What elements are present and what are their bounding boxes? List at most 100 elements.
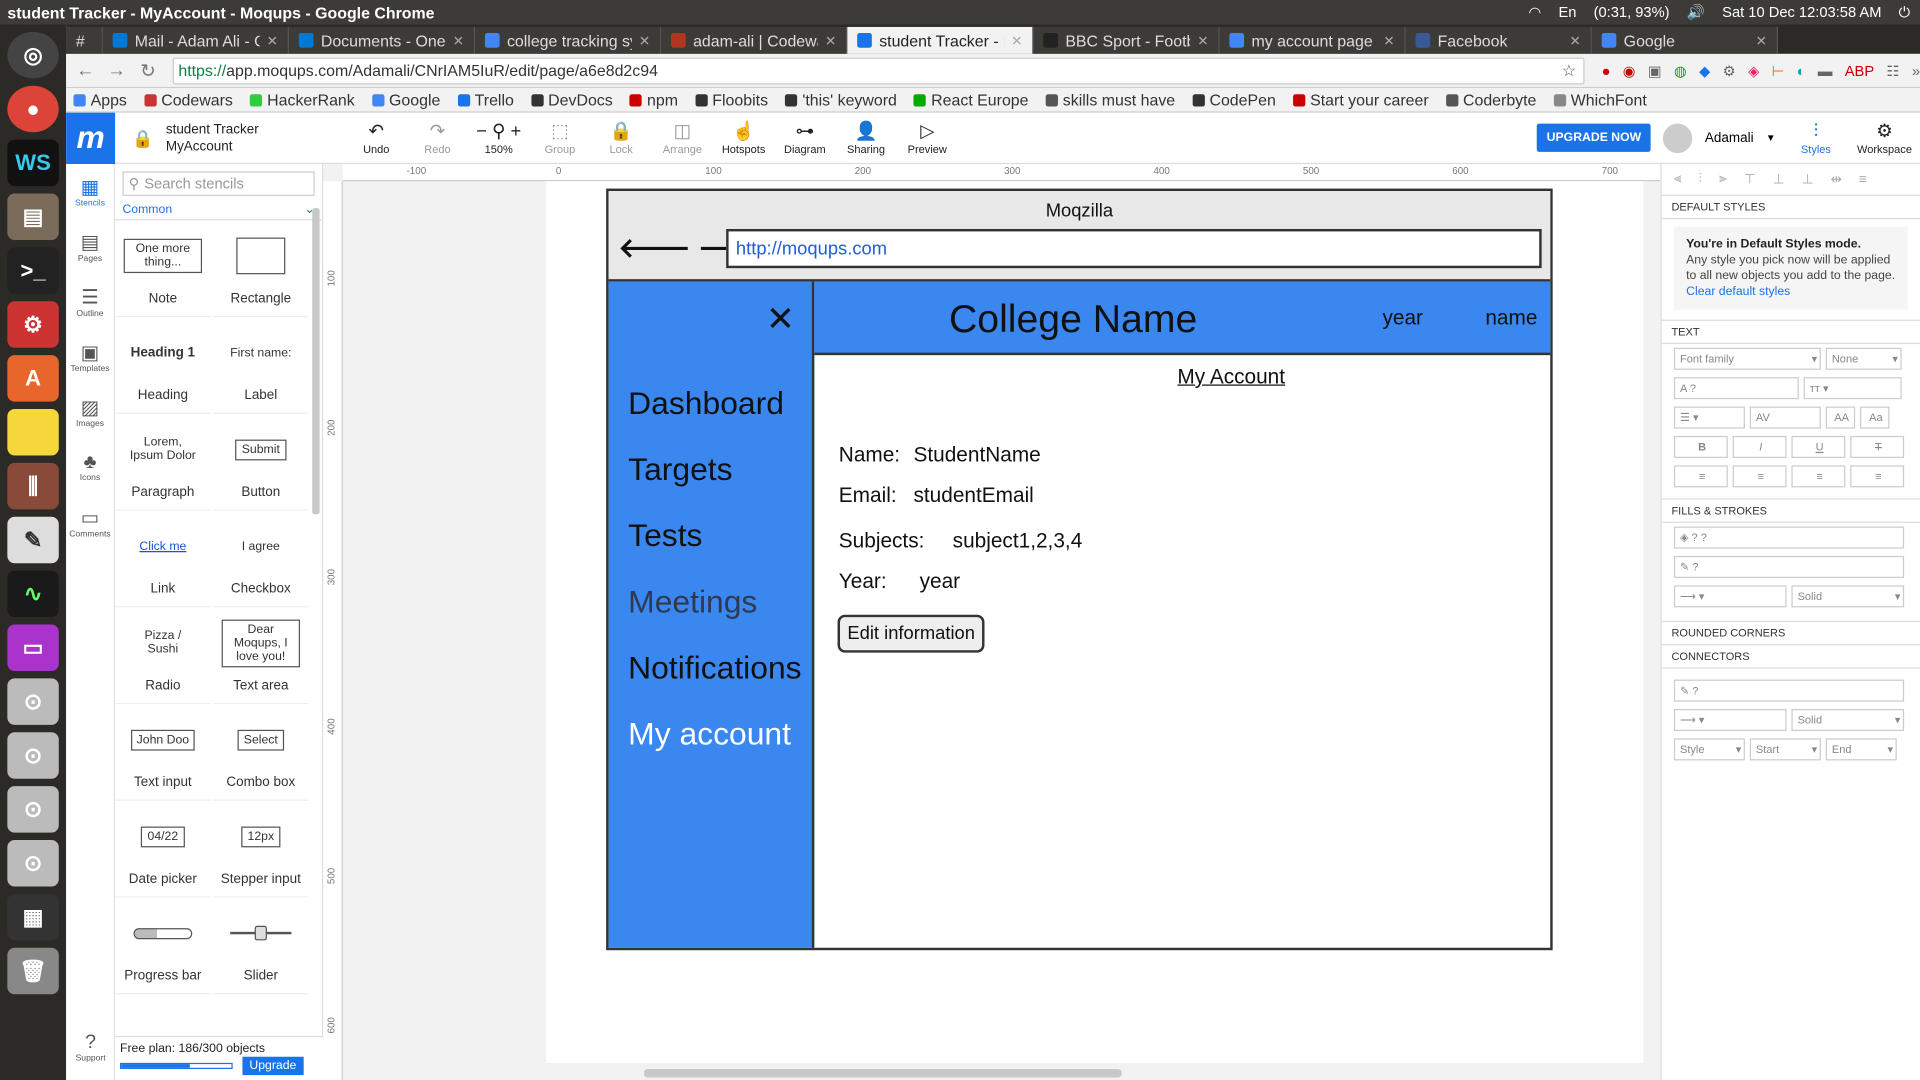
mockup-browser[interactable]: Moqzilla 🡐 🡒 ⟳ http://moqups.com ✕ Dashb… — [606, 188, 1553, 951]
tool-150-[interactable]: − ⚲ +150% — [469, 121, 528, 155]
connector-color-picker[interactable]: ✎ ? — [1673, 679, 1905, 702]
bookmark-item[interactable]: Codewars — [144, 91, 233, 109]
trash-icon[interactable]: 🗑 — [7, 947, 59, 995]
stencil-text-input[interactable]: John Doo Text input — [115, 704, 211, 801]
browser-tab[interactable]: Google ✕ — [1591, 26, 1778, 54]
close-tab-icon[interactable]: ✕ — [453, 32, 464, 49]
extension-icon[interactable]: ◉ — [1623, 62, 1636, 79]
bookmark-item[interactable]: HackerRank — [250, 91, 355, 109]
connector-end-select[interactable]: End ▾ — [1825, 738, 1897, 761]
tool-redo[interactable]: ↷ Redo — [408, 121, 467, 155]
text-editor-icon[interactable]: ✎ — [7, 516, 59, 564]
workspace-tab[interactable]: ⚙ Workspace — [1856, 121, 1912, 155]
bookmark-item[interactable]: CodePen — [1192, 91, 1276, 109]
close-tab-icon[interactable]: ✕ — [1011, 32, 1022, 49]
tool-preview[interactable]: ▷ Preview — [898, 121, 957, 155]
tool-diagram[interactable]: ⊶ Diagram — [775, 121, 834, 155]
stencil-combo-box[interactable]: Select Combo box — [213, 704, 309, 801]
back-icon[interactable]: ← — [73, 60, 97, 81]
terminal-icon[interactable]: >_ — [7, 247, 59, 294]
drive-icon[interactable]: ⊙ — [7, 840, 59, 887]
mockup-menu-item[interactable]: Notifications — [628, 634, 801, 700]
stroke-color-picker[interactable]: ✎ ? — [1673, 555, 1905, 578]
chrome-icon[interactable]: ● — [7, 85, 59, 133]
stencil-date-picker[interactable]: 04/22 Date picker — [115, 801, 211, 898]
volume-icon[interactable]: 🔊 — [1687, 4, 1705, 21]
tool-hotspots[interactable]: ☝ Hotspots — [714, 121, 773, 155]
user-menu[interactable]: Adamali — [1705, 130, 1754, 145]
mockup-menu-item[interactable]: Targets — [628, 436, 801, 502]
bookmark-item[interactable]: Trello — [457, 91, 514, 109]
canvas[interactable]: -100 0 100 200 300 400 500 600 700 100 200 300 400 5… — [323, 164, 1661, 1080]
letter-spacing-input[interactable]: AV — [1749, 406, 1821, 429]
tool-undo[interactable]: ↶ Undo — [347, 121, 406, 155]
edit-information-button[interactable]: Edit information — [837, 614, 985, 653]
upgrade-now-button[interactable]: UPGRADE NOW — [1536, 123, 1652, 152]
close-tab-icon[interactable]: ✕ — [1570, 32, 1581, 49]
stencil-label[interactable]: First name: Label — [213, 317, 309, 414]
distribute-v-icon[interactable]: ≡ — [1859, 172, 1867, 187]
stencil-rectangle[interactable]: Rectangle — [213, 220, 309, 318]
mockup-url-field[interactable]: http://moqups.com — [726, 228, 1542, 269]
drive-icon[interactable]: ⊙ — [7, 786, 59, 833]
underline-button[interactable]: U — [1791, 435, 1846, 458]
text-align-left-button[interactable]: ≡ — [1673, 465, 1728, 488]
bookmark-item[interactable]: React Europe — [914, 91, 1029, 109]
extension-icon[interactable]: ◐ — [1797, 62, 1806, 79]
rail-pages[interactable]: ▤ Pages — [66, 219, 114, 274]
stencil-paragraph[interactable]: Lorem, Ipsum Dolor Paragraph — [115, 414, 211, 511]
tool-arrange[interactable]: ◫ Arrange — [653, 121, 712, 155]
back-arrow-icon[interactable]: 🡐 — [618, 233, 690, 265]
bookmark-item[interactable]: skills must have — [1045, 91, 1175, 109]
stencil-stepper-input[interactable]: 12px Stepper input — [213, 801, 309, 898]
browser-tab[interactable]: Facebook ✕ — [1405, 26, 1592, 54]
stencil-text-area[interactable]: Dear Moqups, I love you! Text area — [213, 607, 309, 705]
browser-tab[interactable]: college tracking sy ✕ — [475, 26, 662, 54]
avatar[interactable] — [1663, 123, 1693, 153]
extension-icon[interactable]: ☷ — [1886, 62, 1899, 79]
forward-icon[interactable]: → — [105, 60, 129, 81]
browser-tab[interactable]: # — [66, 26, 103, 54]
header-year[interactable]: year — [1382, 306, 1423, 330]
extension-icon[interactable]: ● — [1602, 62, 1611, 79]
italic-button[interactable]: I — [1732, 435, 1787, 458]
font-weight-select[interactable]: None ▾ — [1825, 347, 1902, 370]
align-top-icon[interactable]: ⊤ — [1744, 171, 1756, 188]
mockup-menu-item[interactable]: My account — [628, 700, 801, 766]
align-center-icon[interactable]: ⫶ — [1699, 171, 1702, 187]
stroke-width-input[interactable]: ⟶ ▾ — [1673, 585, 1787, 608]
keyboard-icon[interactable]: En — [1558, 4, 1576, 21]
stencil-radio[interactable]: Pizza / Sushi Radio — [115, 607, 211, 705]
smallcaps-button[interactable]: Aa — [1860, 406, 1890, 429]
power-icon[interactable]: ⏻ — [1899, 3, 1911, 21]
bookmark-item[interactable]: Start your career — [1292, 91, 1429, 109]
rail-comments[interactable]: ▭ Comments — [66, 495, 114, 550]
stencil-note[interactable]: One more thing... Note — [115, 220, 211, 318]
close-tab-icon[interactable]: ✕ — [1756, 32, 1767, 49]
search-stencils-input[interactable]: ⚲ Search stencils — [122, 171, 315, 196]
stencil-heading[interactable]: Heading 1 Heading — [115, 317, 211, 414]
browser-tab[interactable]: student Tracker - M ✕ — [847, 26, 1034, 54]
lock-icon[interactable]: 🔒 — [132, 129, 153, 146]
align-right-icon[interactable]: ⫸ — [1719, 171, 1727, 187]
font-family-select[interactable]: Font family ▾ — [1673, 347, 1821, 370]
extension-icon[interactable]: ▣ — [1648, 62, 1662, 79]
ubuntu-icon[interactable]: ◎ — [7, 31, 59, 79]
chevron-down-icon[interactable]: ▼ — [1766, 132, 1776, 143]
stencil-link[interactable]: Click me Link — [115, 511, 211, 608]
category-selector[interactable]: Common ⌄ — [115, 201, 323, 221]
reload-icon[interactable]: ↻ — [136, 59, 160, 82]
connector-start-select[interactable]: Start ▾ — [1749, 738, 1821, 761]
clear-default-styles-link[interactable]: Clear default styles — [1686, 285, 1790, 298]
address-bar[interactable]: https:// app.moqups.com/Adamali/CNrIAM5I… — [172, 56, 1585, 84]
bold-button[interactable]: B — [1673, 435, 1728, 458]
extension-icon[interactable]: ◈ — [1748, 62, 1759, 79]
stencil-progress-bar[interactable]: Progress bar — [115, 898, 211, 995]
settings-icon[interactable]: ⚙ — [7, 301, 59, 348]
software-center-icon[interactable]: A — [7, 355, 59, 402]
rail-templates[interactable]: ▣ Templates — [66, 329, 114, 384]
browser-tab[interactable]: adam-ali | Codewar ✕ — [661, 26, 848, 54]
document-title[interactable]: student Tracker — [166, 121, 259, 138]
bookmark-item[interactable]: npm — [629, 91, 678, 109]
font-size-input[interactable]: ᴛᴛ ▾ — [1803, 377, 1902, 400]
